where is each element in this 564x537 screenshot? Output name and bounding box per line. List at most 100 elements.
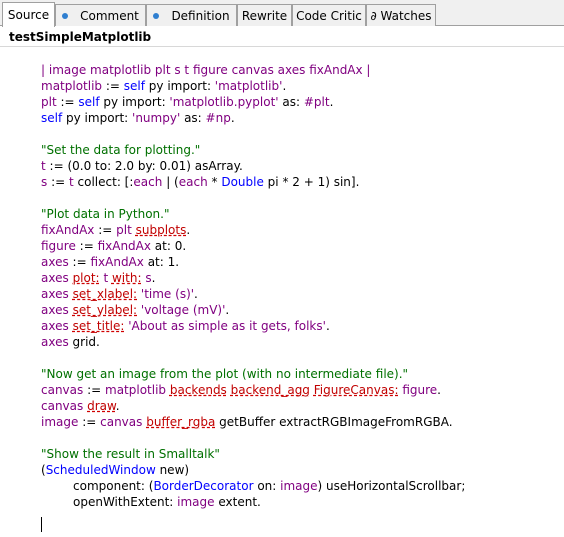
code-line: image := canvas buffer_rgba getBuffer ex… <box>41 414 465 430</box>
assign: := <box>94 223 117 237</box>
code-editor[interactable]: | image matplotlib plt s t figure canvas… <box>41 62 465 510</box>
code-text: . <box>186 223 191 237</box>
temp-declaration: | image matplotlib plt s t figure canvas… <box>41 63 371 77</box>
class-ref: ScheduledWindow <box>45 463 156 477</box>
keyword-self: self <box>41 111 63 125</box>
block-arg: each <box>133 175 163 189</box>
string-literal: 'matplotlib' <box>214 79 283 93</box>
keyword-self: self <box>123 79 145 93</box>
code-text: . <box>282 79 287 93</box>
code-text: . <box>230 111 235 125</box>
tab-label: Rewrite <box>241 8 288 23</box>
code-line: "Show the result in Smalltalk" <box>41 446 465 462</box>
code-line: fixAndAx := plt subplots. <box>41 222 465 238</box>
temp-var: axes <box>41 335 69 349</box>
tab-label: Source <box>7 8 50 22</box>
unknown-selector: FigureCanvas: <box>313 383 399 397</box>
code-comment: "Now get an image from the plot (with no… <box>41 367 409 381</box>
temp-var: matplotlib <box>41 79 103 93</box>
tab-rewrite[interactable]: Rewrite <box>237 4 292 26</box>
code-text: getBuffer extractRGBImageFromRGBA. <box>215 415 453 429</box>
code-text: on: <box>253 479 281 493</box>
temp-var: canvas <box>41 399 84 413</box>
tab-label: Definition <box>171 8 230 23</box>
code-line: canvas := matplotlib backends backend_ag… <box>41 382 465 398</box>
class-ref: Double <box>221 175 264 189</box>
assign: := <box>102 79 124 93</box>
tab-definition[interactable]: Definition <box>146 4 237 26</box>
temp-var: axes <box>41 271 69 285</box>
temp-var: axes <box>41 319 69 333</box>
code-line: "Plot data in Python." <box>41 206 465 222</box>
temp-var: axes <box>41 255 69 269</box>
temp-var: axes <box>41 287 69 301</box>
title-divider <box>0 46 564 47</box>
code-line: axes plot: t with: s. <box>41 270 465 286</box>
assign: := <box>56 95 79 109</box>
temp-var: matplotlib <box>105 383 167 397</box>
tab-watches[interactable]: ∂ Watches <box>366 4 436 26</box>
unknown-selector: with: <box>111 271 142 285</box>
code-line: "Now get an image from the plot (with no… <box>41 366 465 382</box>
unknown-selector: draw <box>87 399 116 413</box>
code-line: axes set_ylabel: 'voltage (mV)'. <box>41 302 465 318</box>
keyword-self: self <box>78 95 100 109</box>
class-ref: BorderDecorator <box>153 479 254 493</box>
code-text: . <box>329 95 334 109</box>
tab-label: ∂ Watches <box>370 8 432 23</box>
code-line: axes set_xlabel: 'time (s)'. <box>41 286 465 302</box>
tab-comment[interactable]: Comment <box>55 4 146 26</box>
code-text: pi * 2 + 1) sin]. <box>263 175 360 189</box>
unknown-selector: set_ylabel: <box>72 303 138 317</box>
temp-var: fixAndAx <box>41 223 95 237</box>
code-line: plt := self py import: 'matplotlib.pyplo… <box>41 94 465 110</box>
tab-code-critic[interactable]: Code Critic <box>292 4 366 26</box>
code-line: axes := fixAndAx at: 1. <box>41 254 465 270</box>
code-line: axes set_title: 'About as simple as it g… <box>41 318 465 334</box>
code-text: := (0.0 to: 2.0 by: 0.01) asArray. <box>45 159 243 173</box>
code-text: . <box>194 287 198 301</box>
assign: := <box>75 239 98 253</box>
code-line: matplotlib := self py import: 'matplotli… <box>41 78 465 94</box>
code-text: grid. <box>68 335 100 349</box>
code-line: canvas draw. <box>41 398 465 414</box>
code-text: py import: <box>62 111 133 125</box>
code-text: py import: <box>144 79 215 93</box>
temp-var: canvas <box>100 415 143 429</box>
code-comment: "Set the data for plotting." <box>41 143 201 157</box>
code-text: . <box>225 303 230 317</box>
tab-label: Comment <box>80 8 139 23</box>
string-literal: 'numpy' <box>132 111 181 125</box>
code-text: collect: [: <box>73 175 134 189</box>
code-text: * <box>207 175 222 189</box>
symbol-literal: #plt <box>303 95 330 109</box>
unknown-selector: backends <box>169 383 227 397</box>
code-text: component: ( <box>73 479 154 493</box>
temp-var: plt <box>41 95 57 109</box>
code-line: t := (0.0 to: 2.0 by: 0.01) asArray. <box>41 158 465 174</box>
temp-var: axes <box>41 303 69 317</box>
assign: := <box>68 255 91 269</box>
unknown-selector: backend_agg <box>230 383 310 397</box>
code-line: axes grid. <box>41 334 465 350</box>
code-line: "Set the data for plotting." <box>41 142 465 158</box>
code-text: new) <box>155 463 190 477</box>
code-line: self py import: 'numpy' as: #np. <box>41 110 465 126</box>
tab-source[interactable]: Source <box>2 2 55 27</box>
code-line: s := t collect: [:each | (each * Double … <box>41 174 465 190</box>
temp-var: plt <box>116 223 132 237</box>
block-arg: each <box>178 175 208 189</box>
code-text: . <box>325 319 330 333</box>
code-text: . <box>115 399 120 413</box>
method-title: testSimpleMatplotlib <box>9 30 152 44</box>
code-text: as: <box>278 95 304 109</box>
code-line-temps: | image matplotlib plt s t figure canvas… <box>41 62 465 78</box>
assign: := <box>47 175 69 189</box>
temp-var: image <box>280 479 318 493</box>
code-text: at: 0. <box>150 239 187 253</box>
code-line: component: (BorderDecorator on: image) u… <box>41 478 465 494</box>
